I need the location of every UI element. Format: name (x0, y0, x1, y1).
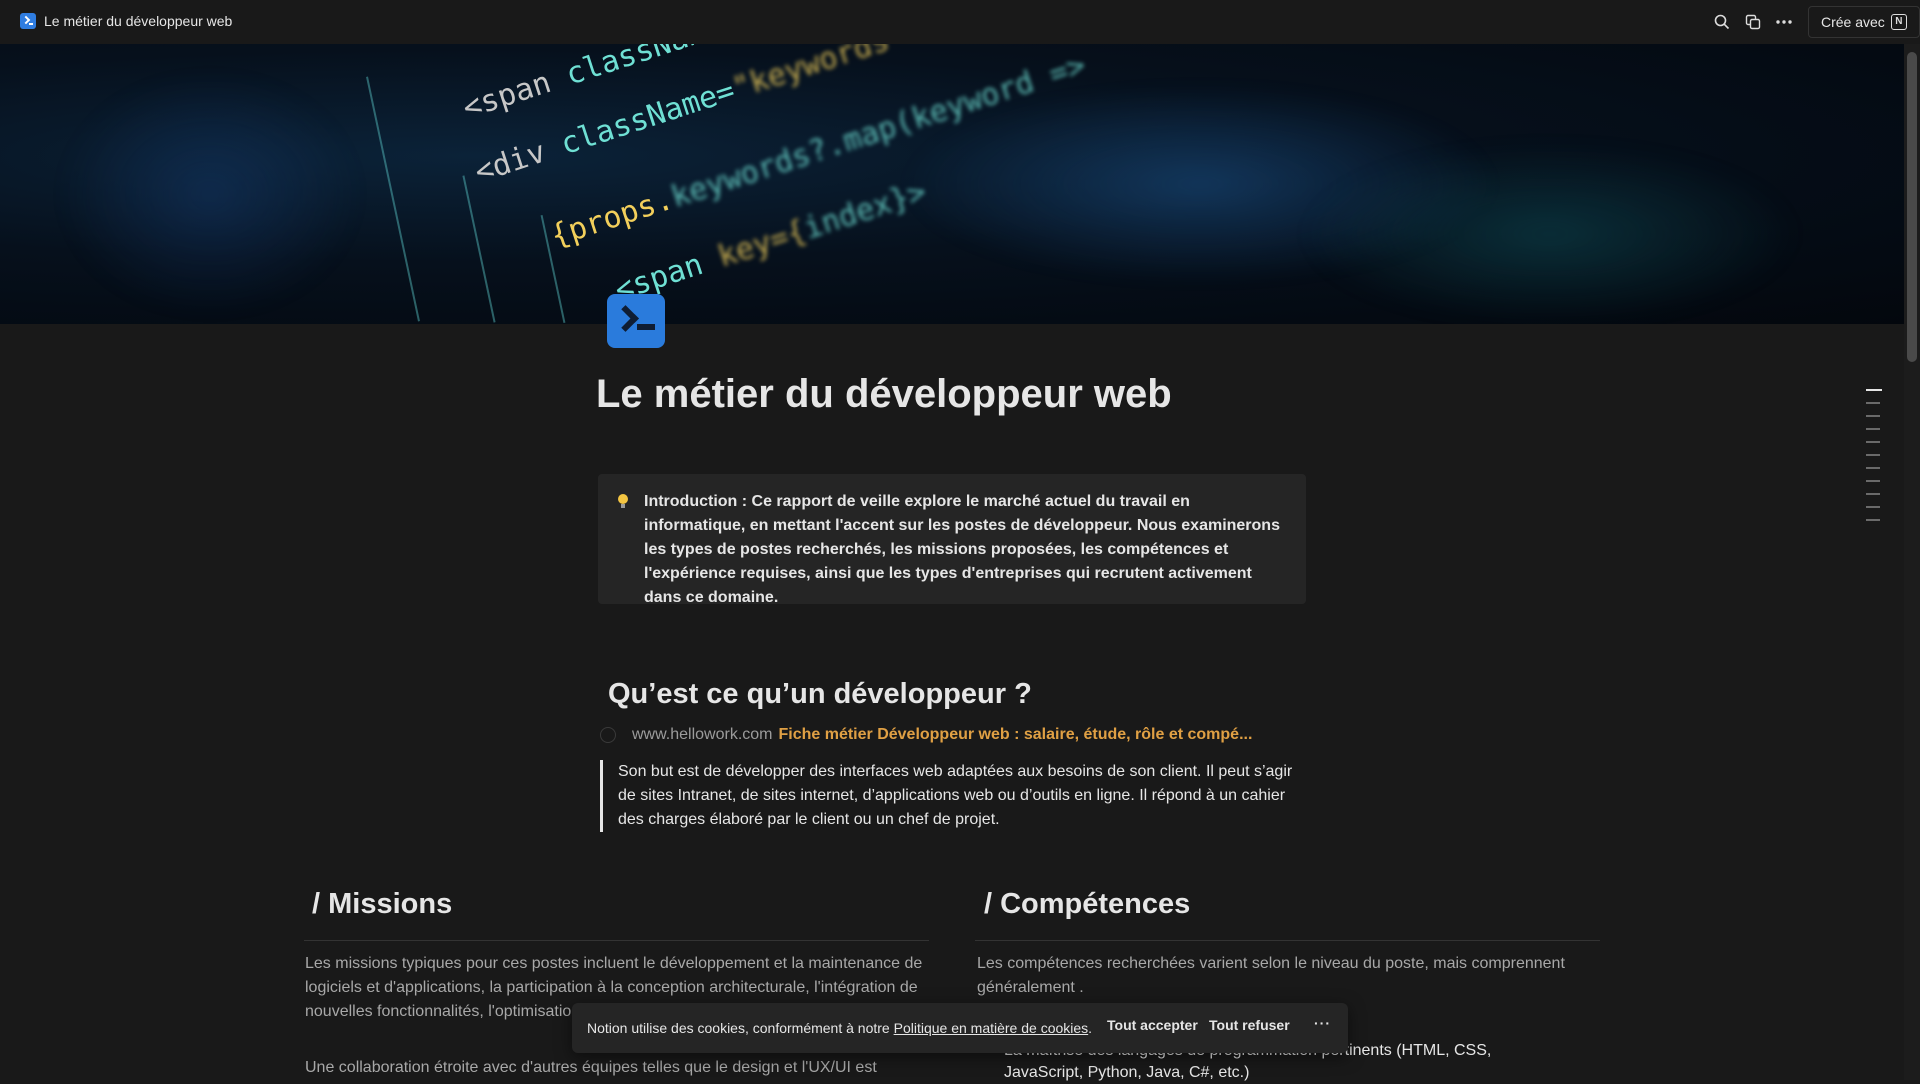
competences-paragraph: Les compétences recherchées varient selo… (977, 955, 1565, 996)
quote-block: Son but est de développer des interfaces… (600, 760, 1308, 832)
top-bar: Le métier du développeur web Crée avec N (0, 0, 1920, 44)
refuse-all-button[interactable]: Tout refuser (1209, 1017, 1290, 1033)
page-title: Le métier du développeur web (596, 372, 1172, 416)
toc-line[interactable] (1866, 389, 1882, 391)
divider (304, 940, 929, 941)
toc-line[interactable] (1866, 441, 1880, 443)
cookie-more-button[interactable]: ··· (1314, 1015, 1331, 1031)
search-icon[interactable] (1710, 10, 1734, 34)
cookie-banner: Notion utilise des cookies, conformément… (572, 1003, 1348, 1053)
duplicate-icon[interactable] (1741, 10, 1765, 34)
toc-line[interactable] (1866, 467, 1880, 469)
vertical-scrollbar[interactable] (1904, 44, 1920, 1080)
link-title[interactable]: Fiche métier Développeur web : salaire, … (778, 726, 1252, 744)
page-terminal-icon-large[interactable] (607, 294, 665, 348)
missions-paragraph: Une collaboration étroite avec d'autres … (305, 1059, 877, 1076)
toc-line[interactable] (1866, 415, 1880, 417)
accept-all-button[interactable]: Tout accepter (1107, 1017, 1198, 1033)
missions-heading: / Missions (312, 888, 453, 920)
toc-line[interactable] (1866, 402, 1880, 404)
divider (975, 940, 1600, 941)
competences-heading: / Compétences (984, 888, 1191, 920)
toc-line[interactable] (1866, 480, 1880, 482)
callout-text: Introduction : Ce rapport de veille expl… (644, 493, 1280, 606)
toc-line[interactable] (1866, 519, 1880, 521)
toc-line[interactable] (1866, 506, 1880, 508)
more-icon[interactable] (1772, 10, 1796, 34)
page-cover-image: <span className="..." <div className="ke… (0, 44, 1904, 324)
table-of-contents-minimap[interactable] (1866, 389, 1882, 532)
scrollbar-thumb[interactable] (1907, 52, 1917, 362)
cookie-policy-link[interactable]: Politique en matière de cookies (894, 1020, 1089, 1036)
section-heading-developer: Qu’est ce qu’un développeur ? (608, 678, 1032, 710)
toc-line[interactable] (1866, 428, 1880, 430)
breadcrumb-page-title[interactable]: Le métier du développeur web (44, 13, 232, 29)
page-terminal-icon (20, 13, 36, 29)
intro-callout: Introduction : Ce rapport de veille expl… (598, 474, 1306, 606)
web-bookmark-link[interactable]: www.hellowork.com Fiche métier Développe… (600, 726, 1252, 744)
lightbulb-icon (618, 494, 628, 508)
globe-icon (600, 727, 616, 743)
toc-line[interactable] (1866, 454, 1880, 456)
toc-line[interactable] (1866, 493, 1880, 495)
cookie-message: Notion utilise des cookies, conformément… (587, 1020, 1093, 1036)
created-with-button[interactable]: Crée avec N (1808, 6, 1920, 38)
notion-icon: N (1890, 14, 1907, 30)
created-with-label: Crée avec (1821, 14, 1885, 30)
link-domain: www.hellowork.com (632, 726, 773, 743)
